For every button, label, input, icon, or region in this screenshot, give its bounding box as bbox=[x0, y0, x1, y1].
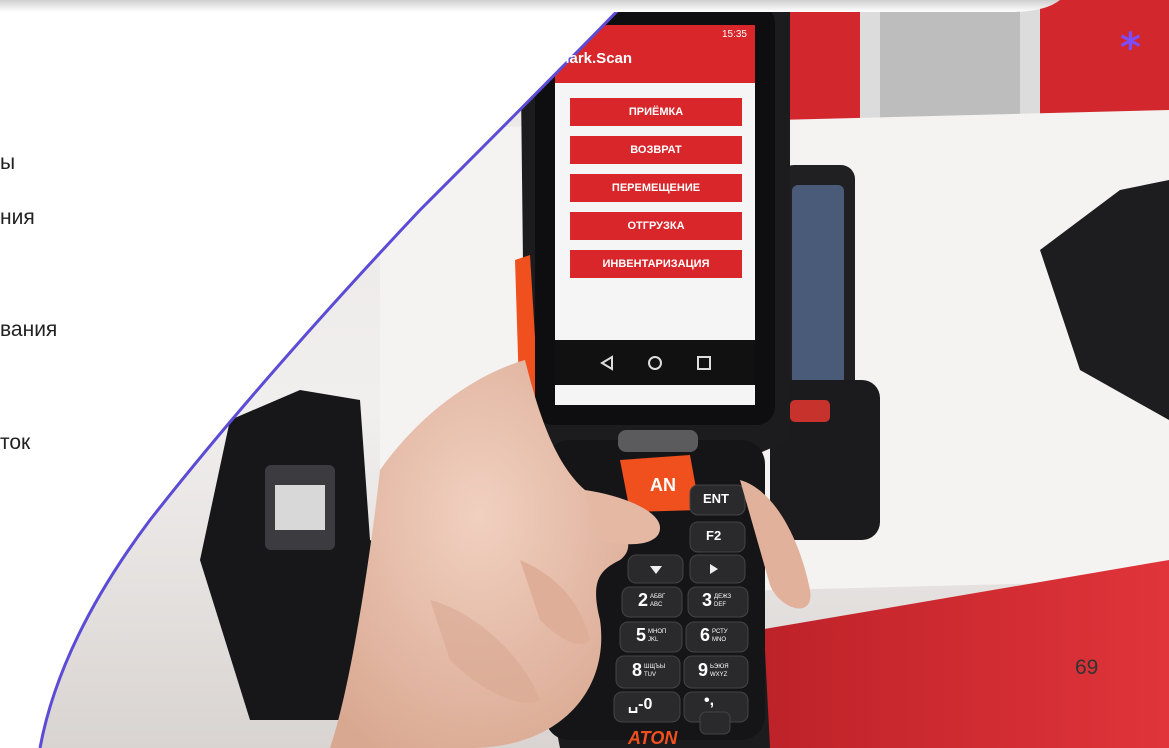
page-number: 69 bbox=[1075, 656, 1099, 679]
key-6: 6 РСТУ MNO bbox=[700, 625, 728, 645]
slide: ы ния вания ток * 69 15:35 Mark.Scan ПРИ… bbox=[0, 0, 1169, 748]
menu-button-priemka[interactable]: ПРИЁМКА bbox=[570, 98, 742, 126]
menu-button-peremeshchenie[interactable]: ПЕРЕМЕЩЕНИЕ bbox=[570, 174, 742, 202]
key-0: ␣-0 bbox=[628, 696, 653, 713]
key-ent: ENT bbox=[703, 491, 729, 506]
bullet-fragment-2: ния bbox=[0, 206, 35, 229]
key-f2: F2 bbox=[706, 528, 722, 543]
status-time: 15:35 bbox=[721, 29, 747, 40]
app-title: Mark.Scan bbox=[557, 50, 633, 67]
bullet-fragment-3: вания bbox=[0, 318, 58, 341]
corner-asterisk-icon: * bbox=[1120, 25, 1141, 71]
key-9: 9 ЬЭЮЯ WXYZ bbox=[698, 660, 729, 680]
device-screen: 15:35 Mark.Scan ПРИЁМКА ВОЗВРАТ ПЕРЕМЕЩЕ… bbox=[555, 25, 755, 405]
menu-button-vozvrat[interactable]: ВОЗВРАТ bbox=[570, 136, 742, 164]
key-dot-comma: •, bbox=[704, 692, 715, 709]
key-8: 8 ШЩЪЫ TUV bbox=[632, 660, 666, 680]
key-3: 3 ДЕЖЗ DEF bbox=[702, 590, 732, 610]
key-5: 5 МНОП JKL bbox=[636, 625, 667, 645]
brand-logo: ATON bbox=[628, 728, 678, 748]
menu-button-inventarizatsiya[interactable]: ИНВЕНТАРИЗАЦИЯ bbox=[570, 250, 742, 278]
key-2: 2 АБВГ ABC bbox=[638, 590, 666, 610]
bullet-fragment-1: ы bbox=[0, 151, 16, 174]
menu-button-otgruzka[interactable]: ОТГРУЗКА bbox=[570, 212, 742, 240]
bullet-fragment-4: ток bbox=[0, 431, 31, 454]
scan-key-label: AN bbox=[650, 475, 676, 495]
